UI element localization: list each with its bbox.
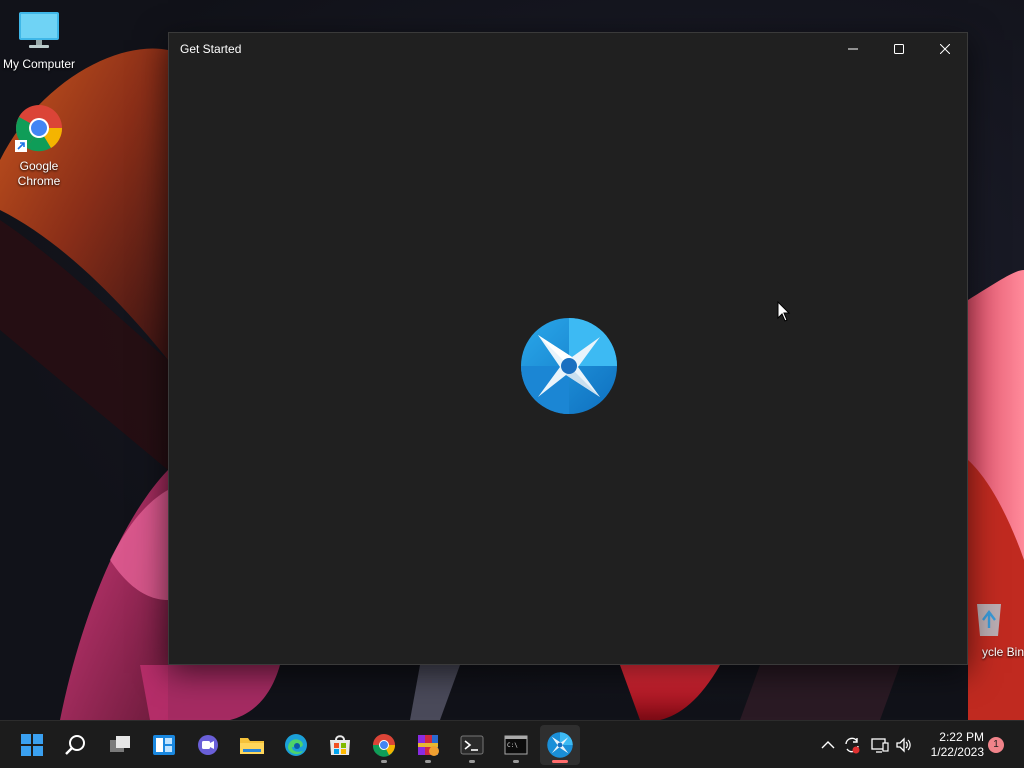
terminal-icon	[460, 735, 484, 755]
taskbar-chrome-button[interactable]	[364, 725, 404, 765]
desktop-icon-my-computer[interactable]: My Computer	[0, 10, 78, 72]
chevron-up-icon	[821, 741, 835, 749]
taskbar-chat-button[interactable]	[188, 725, 228, 765]
volume-icon	[896, 737, 911, 753]
taskbar-winrar-button[interactable]	[408, 725, 448, 765]
taskbar-get-started-button[interactable]	[540, 725, 580, 765]
running-indicator	[425, 760, 431, 763]
close-button[interactable]	[922, 33, 968, 65]
recycle-bin-icon	[977, 604, 1001, 636]
monitor-icon	[19, 12, 59, 48]
edge-icon	[285, 734, 307, 756]
desktop-icon-label: Google Chrome	[17, 159, 61, 188]
notification-badge[interactable]: 1	[988, 737, 1004, 753]
chat-icon	[198, 735, 218, 755]
app-star-logo-icon	[547, 732, 573, 758]
windows-start-icon	[21, 734, 43, 756]
taskbar-widgets-button[interactable]	[144, 725, 184, 765]
store-icon	[330, 735, 350, 755]
search-icon	[65, 735, 85, 755]
taskbar-start-button[interactable]	[12, 725, 52, 765]
cmd-icon: C:\	[504, 735, 528, 755]
tray-network-button[interactable]	[870, 735, 890, 755]
taskbar-file-explorer-button[interactable]	[232, 725, 272, 765]
running-indicator	[513, 760, 519, 763]
tray-volume-button[interactable]	[894, 735, 914, 755]
taskbar-search-button[interactable]	[56, 725, 96, 765]
svg-text:C:\: C:\	[507, 742, 518, 749]
chrome-icon	[372, 734, 396, 757]
get-started-window[interactable]: Get Started	[168, 32, 968, 665]
taskbar-task-view-button[interactable]	[100, 725, 140, 765]
network-icon	[871, 738, 889, 753]
window-titlebar[interactable]: Get Started	[169, 33, 967, 65]
close-icon	[940, 44, 950, 54]
task-view-icon	[110, 736, 130, 752]
maximize-button[interactable]	[876, 33, 922, 65]
taskbar: C:\ 2:22 PM 1/22/2023 1	[0, 720, 1024, 768]
sync-icon	[845, 737, 860, 754]
taskbar-terminal-button[interactable]	[452, 725, 492, 765]
widgets-icon	[153, 735, 175, 755]
active-indicator	[552, 760, 568, 763]
tray-clock[interactable]: 2:22 PM 1/22/2023	[920, 730, 984, 760]
folder-icon	[240, 738, 264, 754]
tray-overflow-button[interactable]	[818, 735, 838, 755]
chrome-icon	[15, 105, 63, 152]
running-indicator	[469, 760, 475, 763]
desktop-icon-label: My Computer	[2, 57, 76, 71]
minimize-icon	[848, 48, 858, 50]
minimize-button[interactable]	[830, 33, 876, 65]
taskbar-edge-button[interactable]	[276, 725, 316, 765]
mouse-cursor-icon	[777, 301, 791, 322]
desktop-icon-google-chrome[interactable]: Google Chrome	[0, 104, 78, 189]
window-title: Get Started	[180, 42, 242, 56]
taskbar-cmd-button[interactable]: C:\	[496, 725, 536, 765]
tray-sync-button[interactable]	[842, 735, 862, 755]
app-star-logo-icon	[521, 318, 617, 414]
clock-time: 2:22 PM	[939, 730, 984, 744]
running-indicator	[381, 760, 387, 763]
winrar-icon	[418, 735, 439, 756]
taskbar-store-button[interactable]	[320, 725, 360, 765]
maximize-icon	[894, 44, 904, 54]
clock-date: 1/22/2023	[930, 745, 984, 759]
